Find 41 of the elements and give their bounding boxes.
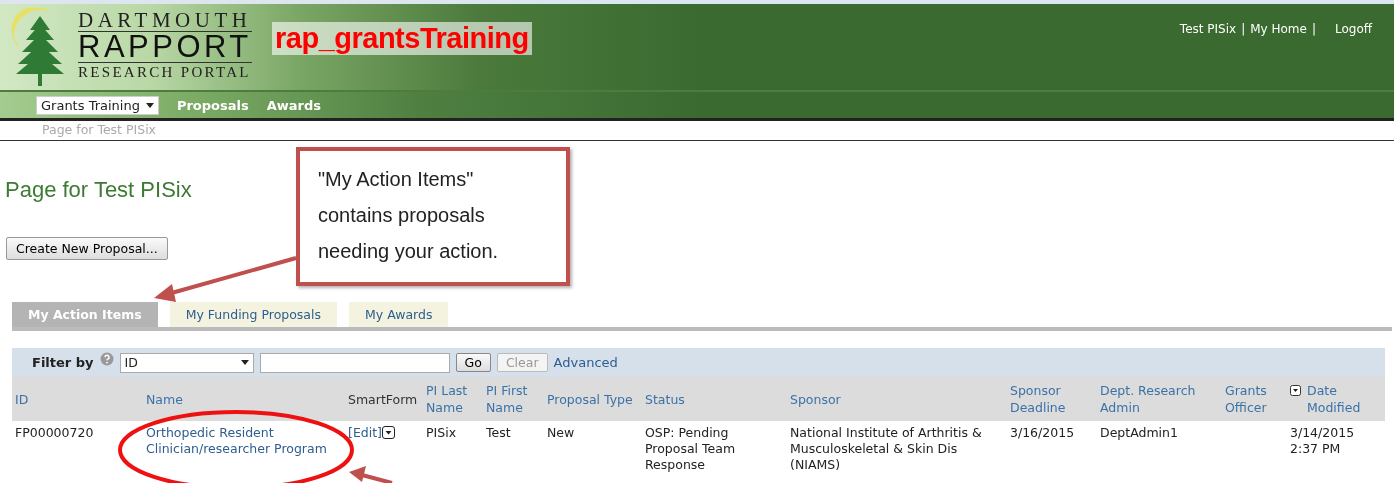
filter-input[interactable] (259, 352, 450, 373)
callout-box: "My Action Items" contains proposals needing your action. (296, 147, 570, 286)
page-title: Page for Test PISix (5, 177, 192, 203)
user-link[interactable]: My Home (1250, 22, 1307, 36)
dropdown-icon (381, 426, 395, 439)
table-cell: National Institute of Arthritis & Musculoskeletal & Skin Dis (NIAMS) (787, 421, 1007, 473)
table-cell: DeptAdmin1 (1097, 421, 1222, 473)
separator: | (1241, 22, 1246, 36)
table-cell: 3/14/2015 2:37 PM (1287, 421, 1385, 473)
caret-icon (240, 360, 249, 365)
tab[interactable]: My Funding Proposals (169, 302, 338, 327)
nav-link[interactable]: Proposals (176, 97, 249, 113)
filter-label: Filter by (32, 355, 94, 370)
table-cell: Test (483, 421, 544, 473)
column-header: SmartForm (348, 390, 419, 408)
tab[interactable]: My Action Items (12, 302, 158, 327)
arrow (349, 466, 393, 483)
table-cell: FP00000720 (12, 421, 143, 473)
caret-icon (145, 102, 154, 108)
table-cell: New (544, 421, 642, 473)
logo-text: RAPPORT (78, 32, 252, 63)
module-dropdown[interactable]: Grants Training (36, 95, 159, 115)
table-cell: OSP: Pending Proposal Team Response (642, 421, 787, 473)
logo-text: RESEARCH PORTAL (78, 63, 252, 81)
environment-label: rap_grantsTraining (272, 22, 532, 55)
breadcrumb: Page for Test PISix (0, 121, 1394, 141)
tab[interactable]: My Awards (349, 302, 449, 327)
go-button[interactable]: Go (455, 353, 491, 372)
separator: | (1311, 22, 1316, 36)
table-cell: PISix (423, 421, 483, 473)
user-link[interactable]: Test PISix (1179, 22, 1237, 36)
advanced-link[interactable]: Advanced (553, 355, 618, 370)
table-cell: 3/16/2015 (1007, 421, 1097, 473)
create-proposal-button[interactable]: Create New Proposal... (6, 237, 168, 260)
help-icon (99, 351, 114, 366)
nav-link[interactable]: Awards (266, 97, 322, 113)
proposal-link[interactable]: Orthopedic Resident Clinician/researcher Program (146, 425, 342, 457)
user-link[interactable]: Logoff (1334, 22, 1372, 36)
edit-link[interactable]: [Edit] (348, 425, 382, 440)
logo-text: DARTMOUTH (78, 9, 252, 32)
filter-field-select[interactable]: ID (119, 352, 254, 373)
